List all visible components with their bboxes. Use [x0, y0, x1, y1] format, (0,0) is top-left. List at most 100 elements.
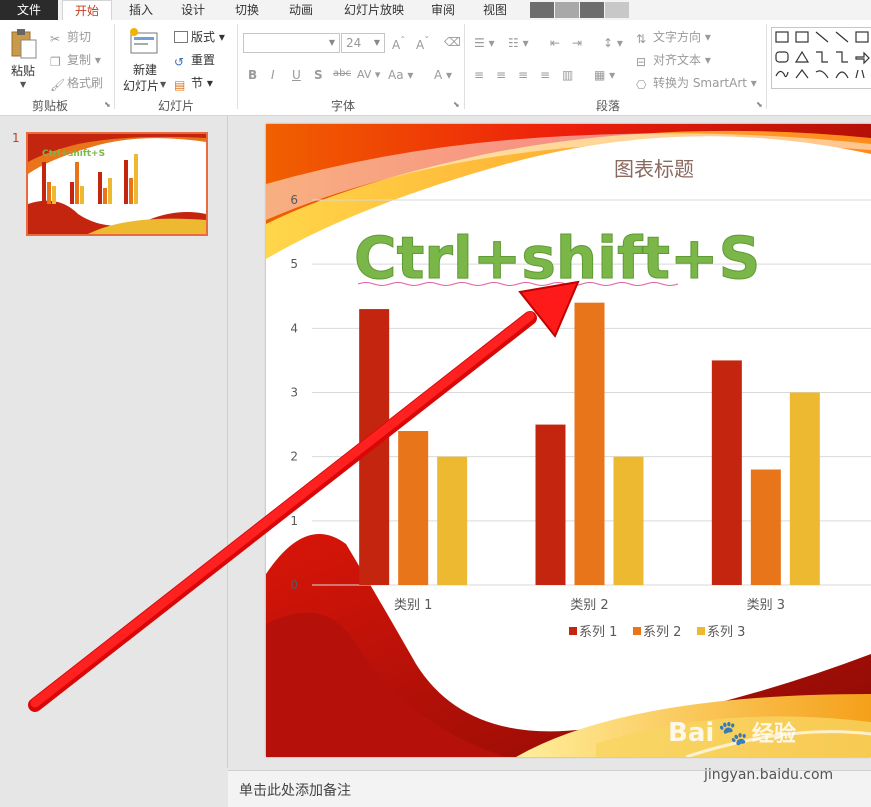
decrease-indent-icon[interactable]: ⇤: [550, 36, 560, 50]
smartart-icon: ⎔: [636, 78, 647, 92]
y-tick-label: 6: [290, 193, 298, 207]
slide-canvas[interactable]: 图表标题 0 1 2 3 4 5 6 类别 1 类别 2 类别 3 系列 1 系列 2 系列 3 Ctrl…: [266, 124, 871, 757]
layout-button[interactable]: 版式 ▾: [174, 28, 225, 45]
text-direction-button[interactable]: ⇅ 文字方向 ▾: [636, 28, 711, 46]
tab-home[interactable]: 开始: [62, 0, 112, 21]
bullets-icon[interactable]: ☰ ▾: [474, 36, 495, 50]
brush-icon: 🖌: [50, 78, 66, 92]
tab-view[interactable]: 视图: [472, 0, 518, 20]
tab-insert[interactable]: 插入: [118, 0, 164, 20]
font-name-dropdown[interactable]: ▼: [243, 33, 340, 53]
numbering-icon[interactable]: ☷ ▾: [508, 36, 529, 50]
cut-label: 剪切: [67, 30, 92, 44]
legend-label: 系列 2: [643, 625, 681, 640]
copy-button[interactable]: ❐ 复制 ▾: [50, 51, 101, 69]
line-spacing-icon[interactable]: ↕ ▾: [603, 36, 623, 50]
font-size-dropdown[interactable]: 24 ▼: [341, 33, 385, 53]
font-color-icon[interactable]: A ▾: [434, 68, 452, 82]
y-tick-label: 2: [290, 450, 298, 464]
char-spacing-icon[interactable]: AV ▾: [357, 68, 380, 81]
y-tick-label: 4: [290, 321, 298, 335]
legend-swatch: [569, 627, 577, 635]
tab-transitions[interactable]: 切换: [224, 0, 270, 20]
tab-animations[interactable]: 动画: [278, 0, 324, 20]
legend-label: 系列 1: [579, 625, 617, 640]
copy-label: 复制: [67, 53, 92, 67]
redacted-tab: [580, 2, 604, 18]
format-painter-label: 格式刷: [67, 76, 104, 90]
columns-icon[interactable]: ▦ ▾: [594, 68, 615, 82]
tab-design[interactable]: 设计: [170, 0, 216, 20]
new-slide-icon: [130, 28, 158, 54]
justify-icon[interactable]: ≡: [540, 68, 550, 82]
text-direction-icon: ⇅: [636, 32, 647, 46]
tab-slideshow[interactable]: 幻灯片放映: [334, 0, 414, 20]
strikethrough-icon[interactable]: abc: [333, 68, 351, 79]
clear-format-icon[interactable]: ⌫: [444, 35, 461, 49]
group-separator: [237, 24, 238, 109]
tab-review[interactable]: 审阅: [420, 0, 466, 20]
bar-1-2: [535, 424, 566, 585]
clipboard-icon: [11, 29, 37, 59]
slide-thumbnail[interactable]: Ctrl+shift+S: [26, 132, 208, 236]
increase-font-size-icon[interactable]: Aˆ: [392, 36, 405, 52]
smartart-label: 转换为 SmartArt: [653, 76, 747, 90]
align-left-icon[interactable]: ≡: [474, 68, 484, 82]
notes-placeholder[interactable]: 单击此处添加备注: [239, 780, 351, 800]
layout-icon: [174, 31, 188, 43]
layout-label: 版式: [191, 30, 216, 44]
reset-button[interactable]: ↺ 重置: [174, 51, 215, 69]
chevron-down-icon: ▼: [373, 38, 380, 47]
watermark-brand: Bai: [668, 718, 715, 748]
paste-button[interactable]: 粘贴 ▼: [8, 26, 40, 89]
group-separator: [464, 24, 465, 109]
change-case-icon[interactable]: Aa ▾: [388, 68, 413, 82]
shapes-gallery[interactable]: [771, 27, 871, 89]
group-label-font: 字体: [331, 99, 356, 113]
shadow-icon[interactable]: S: [314, 68, 323, 82]
align-center-icon[interactable]: ≡: [496, 68, 506, 82]
x-tick-label: 类别 1: [394, 598, 432, 613]
bar-2-1: [398, 431, 429, 585]
bar-2-3: [750, 469, 781, 585]
chart-title: 图表标题: [614, 157, 694, 181]
align-right-icon[interactable]: ≡: [518, 68, 528, 82]
italic-icon[interactable]: I: [271, 68, 275, 82]
cut-button[interactable]: ✂ 剪切: [50, 28, 92, 46]
watermark-brand-2: 经验: [751, 722, 796, 747]
smartart-button[interactable]: ⎔ 转换为 SmartArt ▾: [636, 74, 757, 92]
legend-swatch: [633, 627, 641, 635]
group-separator: [114, 24, 115, 109]
bar-3-2: [613, 456, 644, 585]
align-text-icon: ⊟: [636, 55, 647, 69]
watermark-url: jingyan.baidu.com: [704, 767, 834, 783]
y-tick-label: 3: [290, 386, 298, 400]
chevron-down-icon: ▼: [20, 80, 27, 89]
new-slide-label-2: 幻灯片: [123, 79, 160, 93]
section-label: 节: [191, 76, 204, 90]
reset-icon: ↺: [174, 55, 185, 69]
dialog-launcher-icon[interactable]: ⬊: [453, 100, 460, 109]
group-label-paragraph: 段落: [596, 99, 621, 113]
paste-label: 粘贴: [11, 64, 36, 78]
tab-file[interactable]: 文件: [0, 0, 58, 20]
shapes-icon: [775, 31, 870, 79]
bold-icon[interactable]: B: [248, 68, 257, 82]
format-painter-button[interactable]: 🖌 格式刷: [50, 74, 104, 92]
font-size-value: 24: [346, 36, 362, 50]
x-tick-label: 类别 2: [570, 598, 608, 613]
underline-icon[interactable]: U: [292, 68, 301, 82]
bar-3-3: [789, 392, 820, 585]
new-slide-button[interactable]: 新建 幻灯片 ▼: [122, 26, 166, 94]
distributed-icon[interactable]: ▥: [562, 68, 573, 82]
section-button[interactable]: ▤ 节 ▾: [174, 74, 213, 92]
decrease-font-size-icon[interactable]: Aˇ: [416, 36, 429, 52]
increase-indent-icon[interactable]: ⇥: [572, 36, 582, 50]
dialog-launcher-icon[interactable]: ⬊: [756, 100, 763, 109]
align-text-button[interactable]: ⊟ 对齐文本 ▾: [636, 51, 711, 69]
group-label-clipboard: 剪贴板: [32, 99, 69, 113]
legend-label: 系列 3: [707, 625, 745, 640]
chevron-down-icon: ▼: [328, 38, 335, 47]
copy-icon: ❐: [50, 55, 61, 69]
dialog-launcher-icon[interactable]: ⬊: [104, 100, 111, 109]
